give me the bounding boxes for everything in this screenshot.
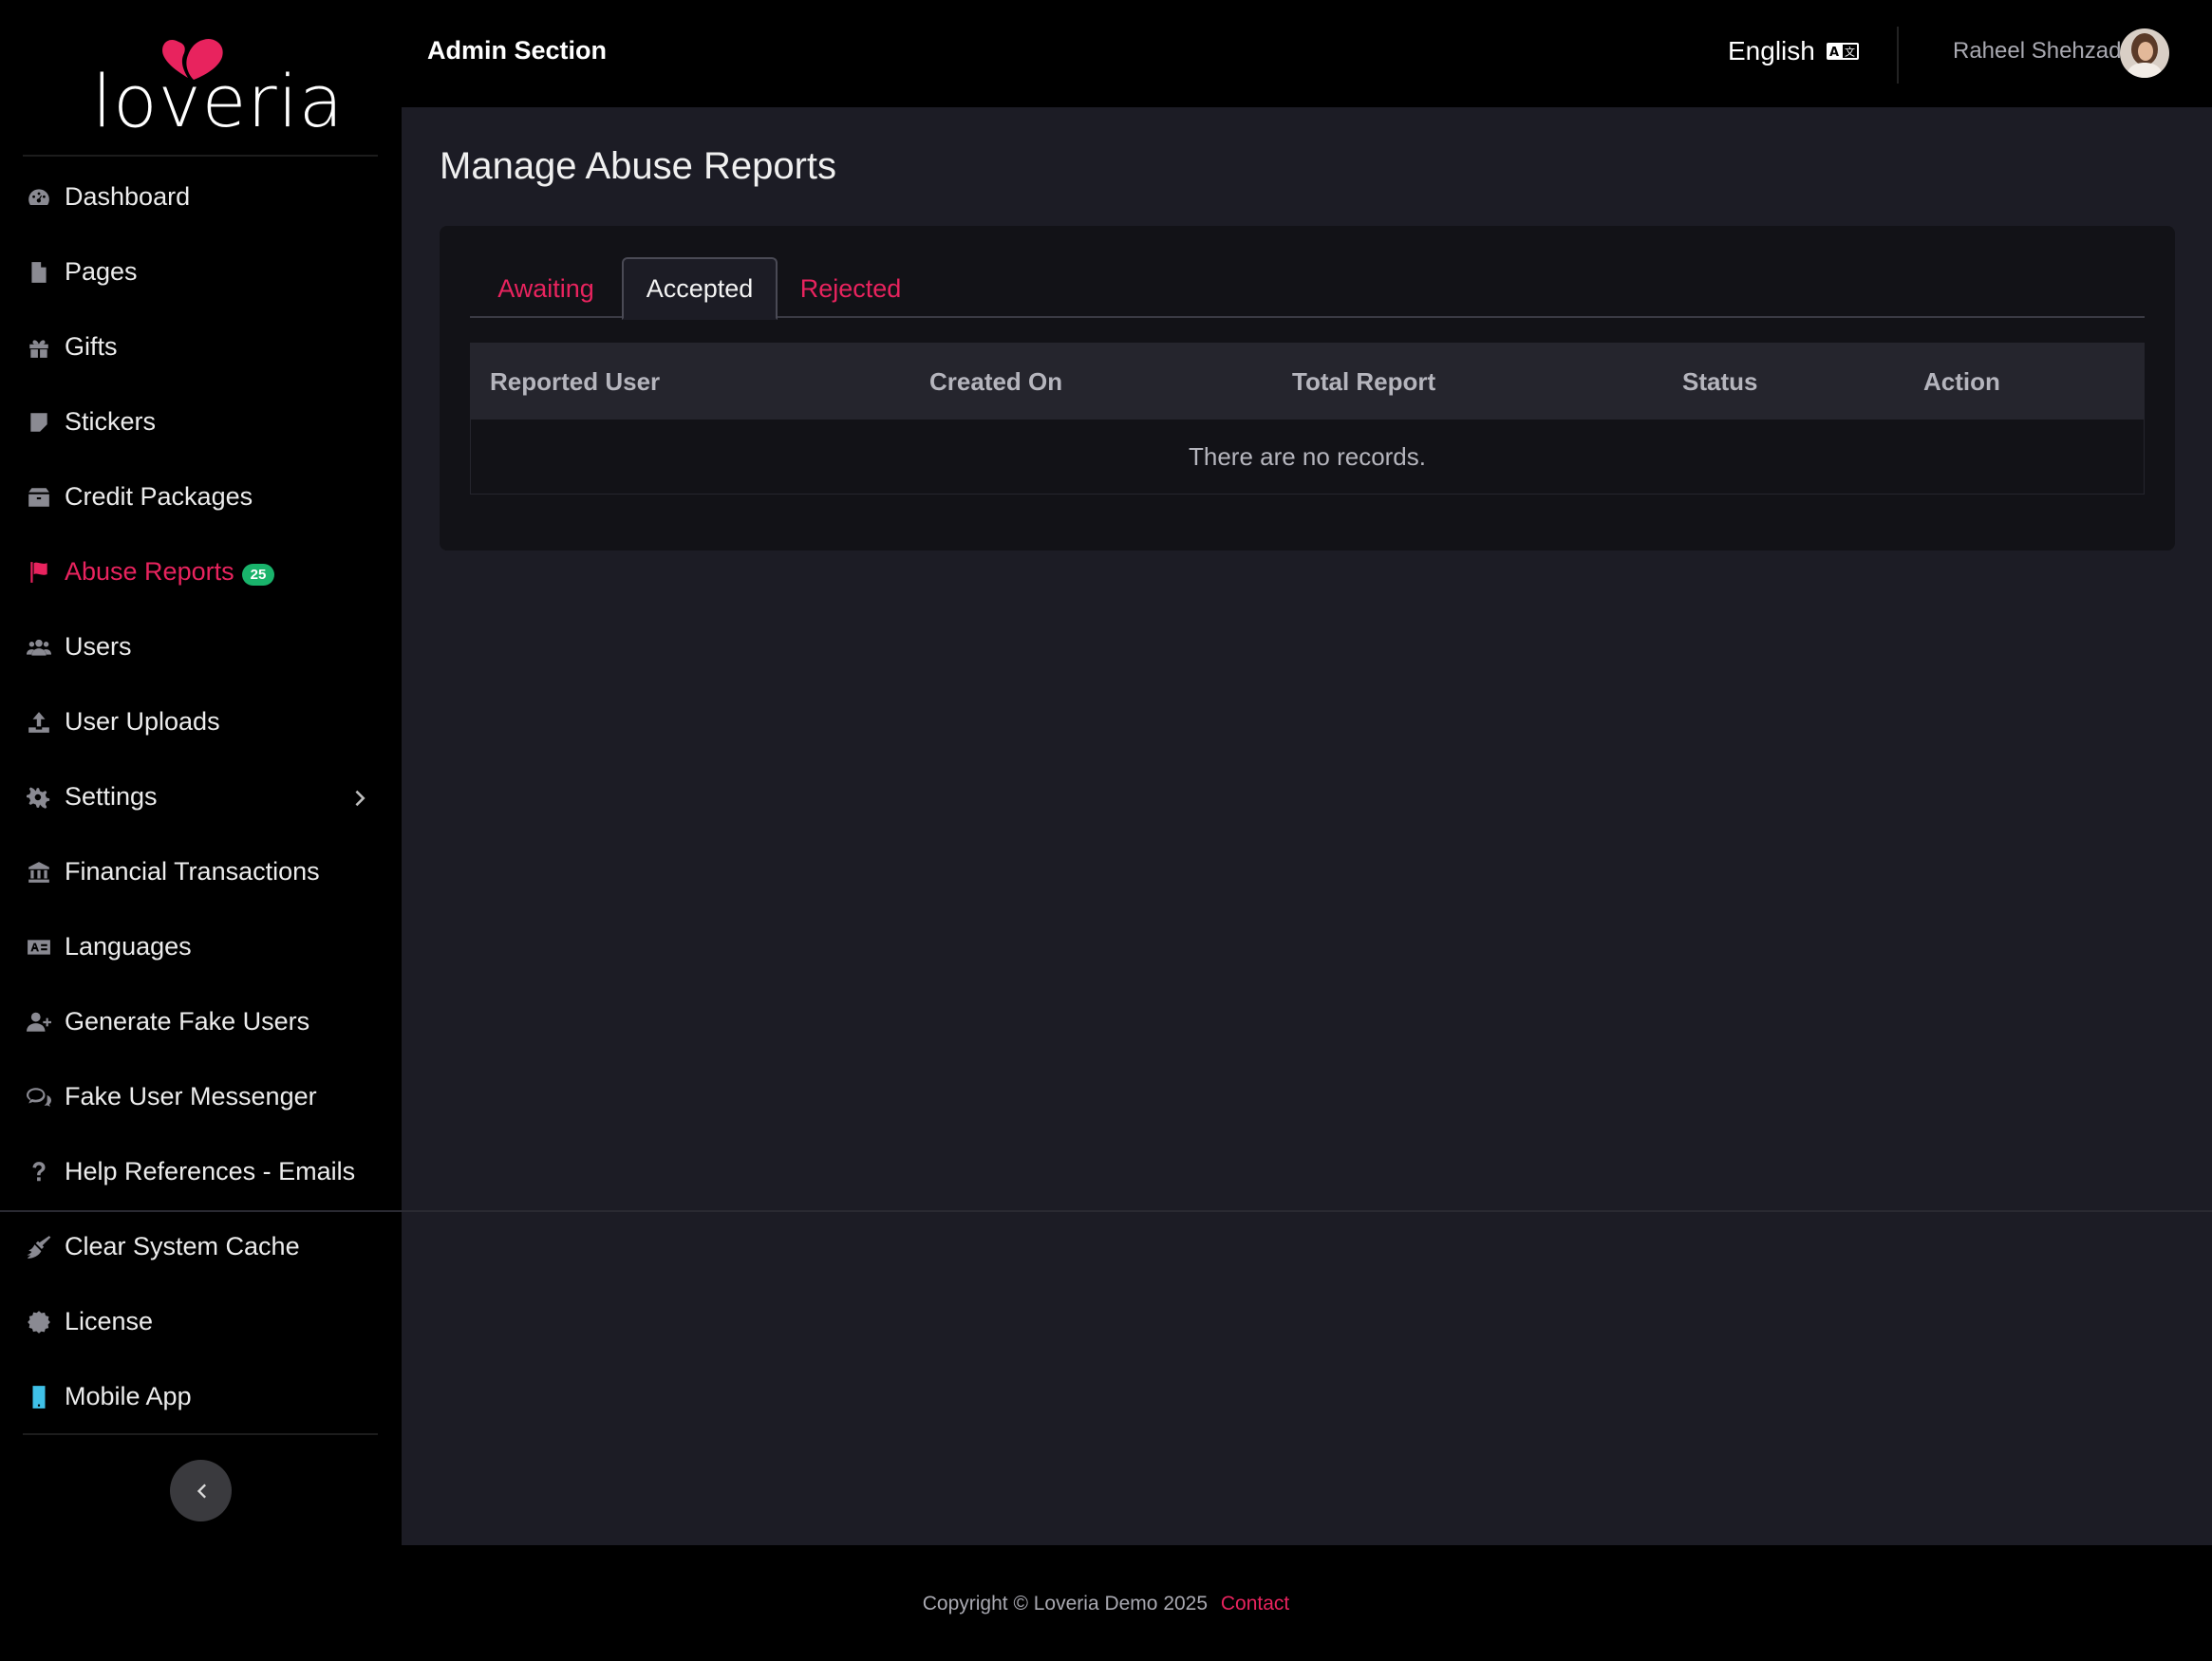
chevron-left-icon <box>197 1484 206 1498</box>
main-content: Manage Abuse Reports Awaiting Accepted R… <box>402 107 2212 1545</box>
page-title: Manage Abuse Reports <box>440 145 837 187</box>
sidebar-item-settings[interactable]: Settings <box>0 759 402 834</box>
sticker-icon <box>25 408 53 437</box>
chevron-right-icon <box>350 786 371 807</box>
sidebar-item-help-references-emails[interactable]: Help References - Emails <box>0 1134 402 1209</box>
certificate-icon <box>25 1308 53 1336</box>
sidebar-item-label: Settings <box>65 782 158 811</box>
sidebar-item-financial-transactions[interactable]: Financial Transactions <box>0 834 402 909</box>
tab-accepted[interactable]: Accepted <box>622 257 778 320</box>
sidebar-item-label: Stickers <box>65 407 157 436</box>
broom-icon <box>25 1233 53 1261</box>
sidebar-item-label: Dashboard <box>65 182 191 211</box>
language-selector[interactable]: English A 文 <box>1728 36 1859 66</box>
column-header-status[interactable]: Status <box>1682 367 1757 397</box>
avatar[interactable] <box>2120 28 2169 78</box>
file-icon <box>25 258 53 287</box>
sidebar-item-label: Abuse Reports <box>65 557 234 586</box>
sidebar-item-label: Fake User Messenger <box>65 1082 317 1110</box>
flag-icon <box>25 558 53 587</box>
sidebar-item-label: Languages <box>65 932 192 961</box>
sidebar-item-label: Gifts <box>65 332 118 361</box>
chat-icon <box>25 1083 53 1111</box>
count-badge: 25 <box>241 564 275 586</box>
mobile-icon <box>25 1383 53 1411</box>
reports-table: Reported User Created On Total Report St… <box>470 343 2145 495</box>
logo-text: loveria <box>92 59 345 143</box>
sidebar-item-user-uploads[interactable]: User Uploads <box>0 684 402 759</box>
sidebar-item-credit-packages[interactable]: Credit Packages <box>0 459 402 534</box>
user-name[interactable]: Raheel Shehzad <box>1953 38 2121 65</box>
sidebar-item-abuse-reports[interactable]: Abuse Reports 25 <box>0 534 402 609</box>
copyright-text: Copyright © Loveria Demo 2025 <box>922 1593 1209 1614</box>
svg-text:文: 文 <box>1845 46 1855 59</box>
sidebar-item-mobile-app[interactable]: Mobile App <box>0 1359 402 1434</box>
sidebar-item-languages[interactable]: Languages <box>0 909 402 984</box>
section-divider <box>0 1210 2212 1212</box>
sidebar: loveria Dashboard Pages Gifts Stickers C… <box>0 0 402 1545</box>
empty-message: There are no records. <box>1188 441 1426 471</box>
language-icon <box>25 933 53 961</box>
sidebar-item-gifts[interactable]: Gifts <box>0 309 402 384</box>
sidebar-item-label: Financial Transactions <box>65 857 320 886</box>
sidebar-item-label: User Uploads <box>65 707 220 736</box>
tab-rejected[interactable]: Rejected <box>778 257 924 320</box>
sidebar-item-dashboard[interactable]: Dashboard <box>0 159 402 234</box>
tab-awaiting[interactable]: Awaiting <box>470 257 622 320</box>
sidebar-collapse-button[interactable] <box>170 1460 232 1521</box>
reports-card: Awaiting Accepted Rejected Reported User… <box>440 226 2175 551</box>
sidebar-item-generate-fake-users[interactable]: Generate Fake Users <box>0 984 402 1059</box>
logo[interactable]: loveria <box>23 0 378 157</box>
bank-icon <box>25 858 53 886</box>
upload-icon <box>25 708 53 737</box>
svg-text:A: A <box>1829 46 1839 60</box>
header-title: Admin Section <box>427 36 608 65</box>
column-header-action: Action <box>1923 367 2000 396</box>
sidebar-item-label: Pages <box>65 257 138 286</box>
language-icon: A 文 <box>1826 43 1859 60</box>
dashboard-icon <box>25 183 53 212</box>
top-header: Admin Section English A 文 Raheel Shehzad <box>402 0 2212 107</box>
sidebar-item-label: Help References - Emails <box>65 1157 356 1185</box>
gift-icon <box>25 333 53 362</box>
sidebar-item-users[interactable]: Users <box>0 609 402 684</box>
table-header: Reported User Created On Total Report St… <box>470 343 2145 419</box>
user-plus-icon <box>25 1008 53 1036</box>
footer: Copyright © Loveria Demo 2025 Contact <box>0 1545 2212 1661</box>
sidebar-item-label: License <box>65 1307 154 1335</box>
users-icon <box>25 633 53 662</box>
sidebar-item-label: Generate Fake Users <box>65 1007 310 1036</box>
sidebar-item-clear-system-cache[interactable]: Clear System Cache <box>0 1209 402 1284</box>
question-icon <box>25 1158 53 1186</box>
sidebar-item-label: Mobile App <box>65 1382 192 1410</box>
column-header-created-on[interactable]: Created On <box>929 367 1062 397</box>
empty-row: There are no records. <box>470 419 2145 495</box>
sidebar-item-stickers[interactable]: Stickers <box>0 384 402 459</box>
sidebar-item-label: Clear System Cache <box>65 1232 300 1260</box>
report-tabs: Awaiting Accepted Rejected <box>470 257 2145 320</box>
column-header-reported-user[interactable]: Reported User <box>490 367 660 397</box>
box-icon <box>25 483 53 512</box>
column-header-total-report[interactable]: Total Report <box>1292 367 1435 397</box>
sidebar-item-label: Credit Packages <box>65 482 253 511</box>
contact-link[interactable]: Contact <box>1221 1593 1289 1614</box>
sidebar-nav: Dashboard Pages Gifts Stickers Credit Pa… <box>0 159 402 1209</box>
sidebar-item-pages[interactable]: Pages <box>0 234 402 309</box>
sidebar-item-label: Users <box>65 632 132 661</box>
sidebar-divider <box>23 1433 378 1435</box>
sidebar-item-license[interactable]: License <box>0 1284 402 1359</box>
gears-icon <box>25 783 53 812</box>
language-label: English <box>1728 36 1815 65</box>
header-separator <box>1897 27 1899 84</box>
sidebar-item-fake-user-messenger[interactable]: Fake User Messenger <box>0 1059 402 1134</box>
sidebar-nav-bottom: Clear System Cache License Mobile App <box>0 1209 402 1434</box>
